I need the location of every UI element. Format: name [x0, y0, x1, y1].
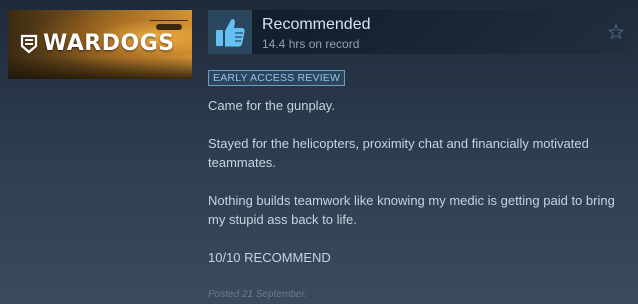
posted-date: Posted 21 September. [208, 289, 308, 300]
helicopter-silhouette [150, 20, 188, 30]
thumbs-up-icon[interactable] [208, 10, 252, 54]
review-paragraph: Stayed for the helicopters, proximity ch… [208, 136, 589, 170]
hours-on-record: 14.4 hrs on record [262, 37, 360, 51]
review-paragraph: Nothing builds teamwork like knowing my … [208, 193, 615, 227]
star-icon[interactable] [608, 24, 624, 40]
review-text: Came for the gunplay. Stayed for the hel… [208, 96, 628, 267]
game-logo: WARDOGS [20, 32, 175, 56]
review-header: Recommended 14.4 hrs on record [208, 10, 630, 54]
review-paragraph: Came for the gunplay. [208, 98, 335, 113]
wardogs-logo-icon [20, 34, 38, 54]
early-access-badge: EARLY ACCESS REVIEW [208, 70, 346, 86]
verdict-title[interactable]: Recommended [262, 16, 371, 34]
review-paragraph: 10/10 RECOMMEND [208, 250, 331, 265]
game-title: WARDOGS [43, 31, 175, 56]
banner-ground [8, 57, 192, 79]
game-banner[interactable]: WARDOGS [8, 10, 192, 79]
review-card: WARDOGS Recommended 14.4 hrs on record E… [0, 0, 638, 304]
